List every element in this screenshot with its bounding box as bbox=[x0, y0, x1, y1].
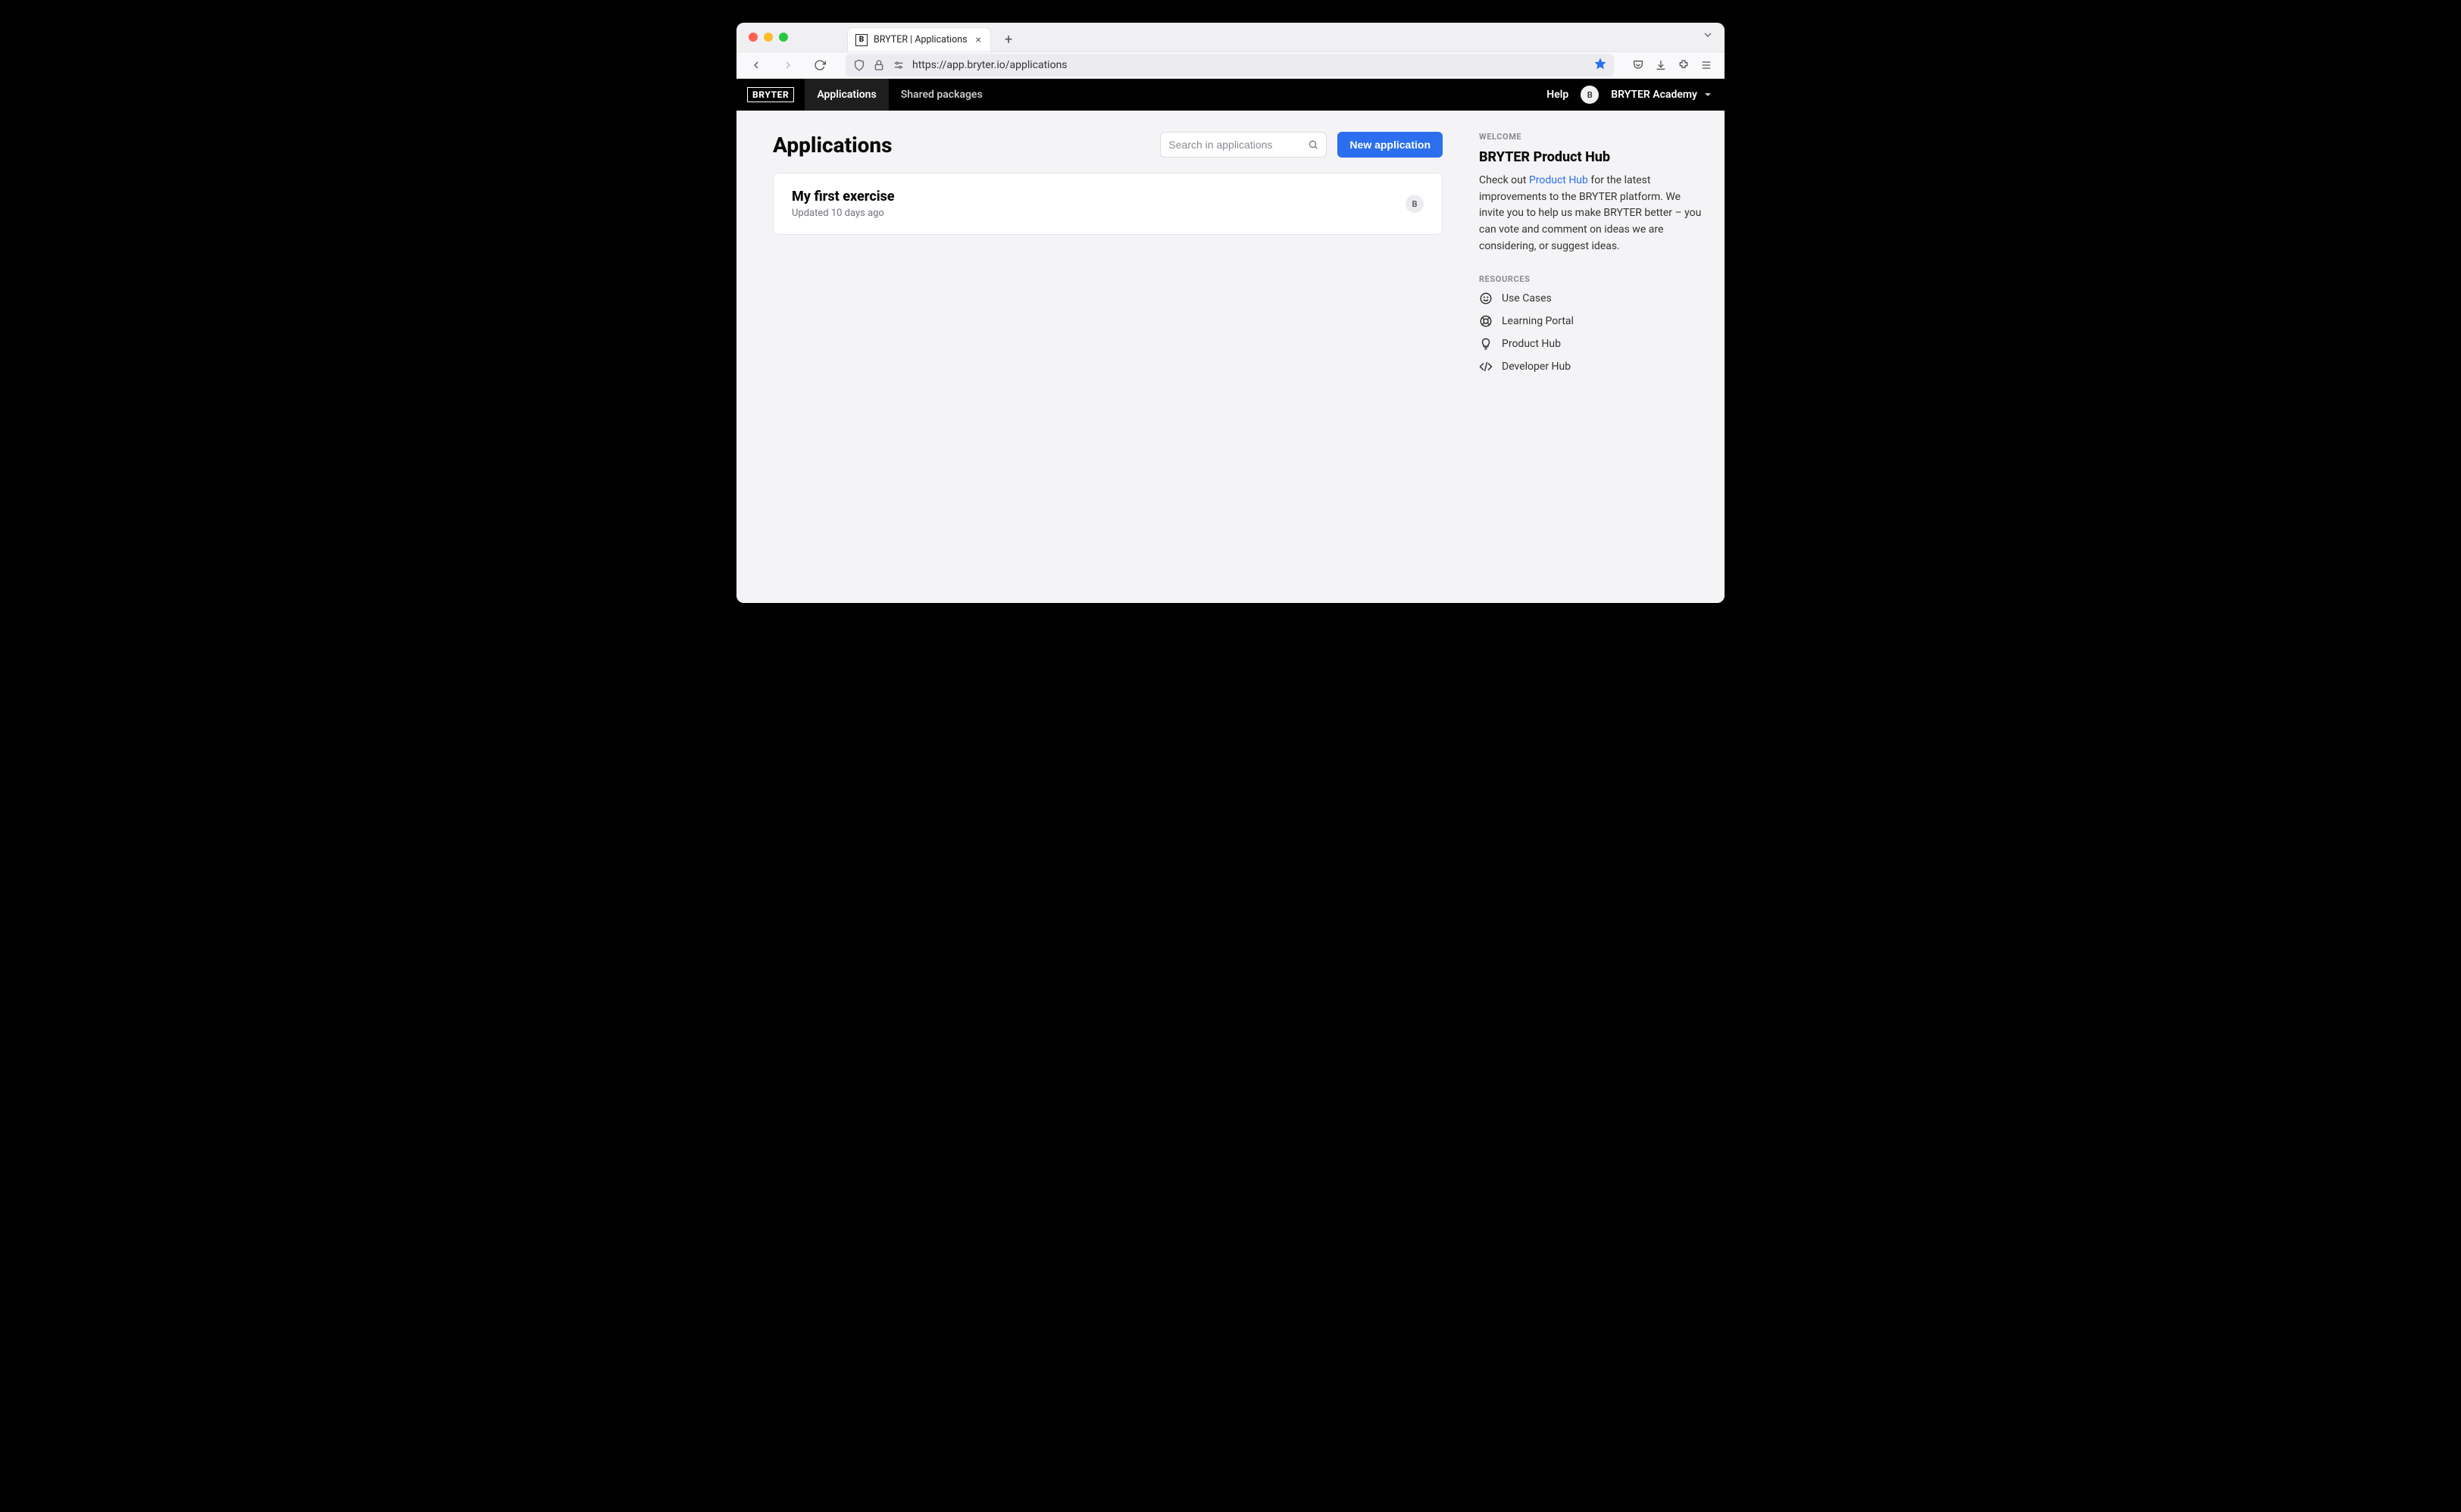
application-owner-avatar: B bbox=[1406, 195, 1424, 213]
search-input[interactable] bbox=[1168, 139, 1302, 151]
tab-close-icon[interactable]: × bbox=[974, 34, 983, 46]
sidebar-title: BRYTER Product Hub bbox=[1479, 149, 1703, 165]
nav-back-icon[interactable] bbox=[744, 56, 768, 74]
permissions-icon[interactable] bbox=[893, 59, 905, 71]
search-icon[interactable] bbox=[1308, 139, 1318, 151]
resource-label: Developer Hub bbox=[1502, 361, 1571, 373]
nav-applications-label: Applications bbox=[817, 89, 876, 101]
product-hub-link[interactable]: Product Hub bbox=[1529, 174, 1588, 186]
tab-title: BRYTER | Applications bbox=[874, 34, 968, 45]
code-icon bbox=[1479, 360, 1493, 373]
tab-favicon: B bbox=[855, 34, 868, 46]
new-application-label: New application bbox=[1349, 139, 1431, 151]
window-close[interactable] bbox=[749, 33, 758, 42]
resource-label: Learning Portal bbox=[1502, 315, 1574, 327]
right-sidebar: WELCOME BRYTER Product Hub Check out Pro… bbox=[1479, 111, 1721, 603]
user-avatar[interactable]: B bbox=[1581, 86, 1599, 104]
window-minimize[interactable] bbox=[764, 33, 773, 42]
brand-wordmark: BRYTER bbox=[747, 87, 794, 102]
nav-forward-icon[interactable] bbox=[776, 56, 800, 74]
new-application-button[interactable]: New application bbox=[1337, 132, 1443, 158]
active-browser-tab[interactable]: B BRYTER | Applications × bbox=[847, 27, 991, 52]
chevron-down-icon bbox=[1702, 89, 1714, 101]
url-text: https://app.bryter.io/applications bbox=[912, 59, 1587, 71]
help-link[interactable]: Help bbox=[1546, 89, 1568, 101]
account-switcher[interactable]: BRYTER Academy bbox=[1611, 89, 1714, 101]
browser-toolbar: https://app.bryter.io/applications bbox=[736, 52, 1725, 79]
resource-label: Product Hub bbox=[1502, 338, 1561, 350]
resource-use-cases[interactable]: Use Cases bbox=[1479, 292, 1703, 305]
search-applications[interactable] bbox=[1160, 132, 1327, 158]
resource-learning-portal[interactable]: Learning Portal bbox=[1479, 314, 1703, 328]
header-actions: New application bbox=[1160, 132, 1443, 158]
owner-initial: B bbox=[1406, 195, 1424, 213]
nav-applications[interactable]: Applications bbox=[805, 79, 888, 111]
content-area: Applications New application My first ex… bbox=[736, 111, 1725, 603]
url-bar[interactable]: https://app.bryter.io/applications bbox=[846, 54, 1614, 77]
resources-list: Use Cases Learning Portal Product Hub bbox=[1479, 292, 1703, 373]
page-title: Applications bbox=[773, 133, 893, 158]
sidebar-body: Check out Product Hub for the latest imp… bbox=[1479, 173, 1703, 255]
tabs-dropdown-icon[interactable] bbox=[1702, 29, 1714, 44]
bookmark-star-icon[interactable] bbox=[1594, 58, 1606, 73]
app-bar-right: Help B BRYTER Academy bbox=[1546, 79, 1725, 111]
application-updated: Updated 10 days ago bbox=[792, 208, 895, 219]
downloads-icon[interactable] bbox=[1655, 59, 1667, 71]
main-column: Applications New application My first ex… bbox=[736, 111, 1479, 603]
application-card[interactable]: My first exercise Updated 10 days ago B bbox=[773, 173, 1443, 235]
pocket-icon[interactable] bbox=[1632, 59, 1644, 71]
nav-shared-packages[interactable]: Shared packages bbox=[889, 79, 995, 111]
url-security-icons bbox=[853, 59, 905, 71]
shield-icon[interactable] bbox=[853, 59, 865, 71]
application-title: My first exercise bbox=[792, 189, 895, 205]
welcome-overline: WELCOME bbox=[1479, 132, 1703, 142]
page-header: Applications New application bbox=[773, 132, 1443, 158]
extensions-icon[interactable] bbox=[1678, 59, 1690, 71]
hamburger-menu-icon[interactable] bbox=[1700, 59, 1712, 71]
nav-reload-icon[interactable] bbox=[808, 56, 832, 74]
brand-logo[interactable]: BRYTER bbox=[736, 79, 805, 111]
traffic-lights bbox=[746, 33, 788, 42]
toolbar-right-icons bbox=[1628, 59, 1717, 71]
resource-product-hub[interactable]: Product Hub bbox=[1479, 337, 1703, 351]
application-card-meta: My first exercise Updated 10 days ago bbox=[792, 189, 895, 219]
lock-icon[interactable] bbox=[873, 59, 885, 71]
account-name-label: BRYTER Academy bbox=[1611, 89, 1697, 101]
resource-developer-hub[interactable]: Developer Hub bbox=[1479, 360, 1703, 373]
new-tab-button[interactable]: + bbox=[997, 27, 1020, 52]
nav-shared-packages-label: Shared packages bbox=[901, 89, 983, 101]
browser-window: B BRYTER | Applications × + https://app.… bbox=[736, 23, 1725, 603]
top-nav: Applications Shared packages bbox=[805, 79, 994, 111]
resources-overline: RESOURCES bbox=[1479, 274, 1703, 284]
lightbulb-icon bbox=[1479, 337, 1493, 351]
lifebuoy-icon bbox=[1479, 314, 1493, 328]
app-top-bar: BRYTER Applications Shared packages Help… bbox=[736, 79, 1725, 111]
sidebar-body-prefix: Check out bbox=[1479, 174, 1529, 186]
window-zoom[interactable] bbox=[779, 33, 788, 42]
resource-label: Use Cases bbox=[1502, 292, 1552, 305]
smile-icon bbox=[1479, 292, 1493, 305]
browser-tab-strip: B BRYTER | Applications × + bbox=[736, 23, 1725, 52]
